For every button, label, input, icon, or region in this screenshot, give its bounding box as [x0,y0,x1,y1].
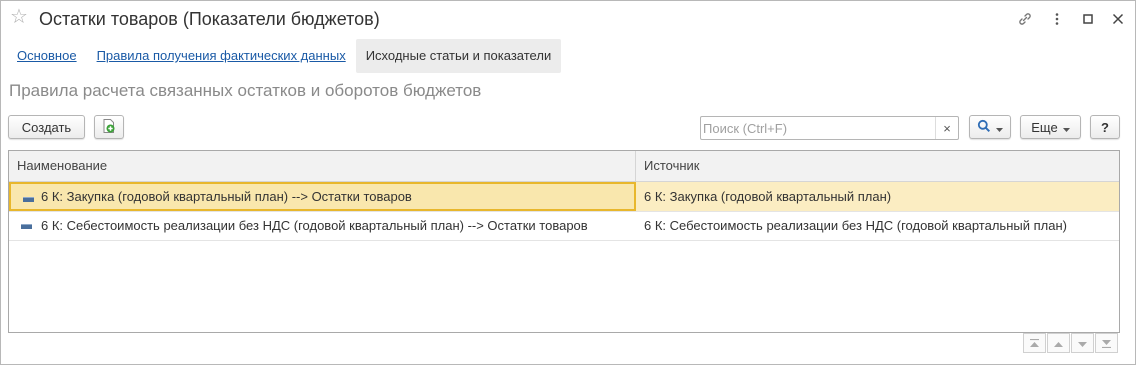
catalog-item-icon [21,224,32,229]
chevron-down-icon [996,120,1003,135]
row-name-text: 6 К: Закупка (годовой квартальный план) … [41,189,412,204]
cell-name[interactable]: 6 К: Закупка (годовой квартальный план) … [9,182,636,211]
search-field[interactable]: × [700,116,959,140]
maximize-icon[interactable] [1078,9,1098,29]
tab-actual-data-rules[interactable]: Правила получения фактических данных [87,39,356,73]
section-title: Правила расчета связанных остатков и обо… [9,81,482,100]
link-icon[interactable] [1015,9,1035,29]
arrow-down-icon [1077,336,1088,351]
close-icon[interactable] [1108,9,1128,29]
tab-source-items[interactable]: Исходные статьи и показатели [355,39,562,73]
form-window: ☆ Остатки товаров (Показатели бюджетов) … [0,0,1136,365]
add-document-icon [101,118,117,137]
window-title: Остатки товаров (Показатели бюджетов) [39,9,380,29]
scroll-bottom-button[interactable] [1095,333,1118,353]
search-options-button[interactable] [969,115,1011,139]
scroll-to-bottom-icon [1101,336,1112,351]
scroll-down-button[interactable] [1071,333,1094,353]
table-header: Наименование Источник [9,151,1119,182]
rules-table: Наименование Источник 6 К: Закупка (годо… [8,150,1120,333]
scroll-to-top-icon [1029,336,1040,351]
catalog-item-icon [23,197,34,202]
clear-search-icon[interactable]: × [935,117,958,139]
chevron-down-icon [1062,120,1070,135]
search-icon [977,119,991,136]
title-bar: ☆ Остатки товаров (Показатели бюджетов) [1,1,1135,35]
table-row[interactable]: 6 К: Себестоимость реализации без НДС (г… [9,211,1119,241]
column-header-name[interactable]: Наименование [9,151,636,181]
help-button[interactable]: ? [1090,115,1120,139]
cell-name[interactable]: 6 К: Себестоимость реализации без НДС (г… [9,211,636,240]
more-actions-button[interactable]: Еще [1020,115,1081,139]
tab-bar: Основное Правила получения фактических д… [7,39,562,73]
scroll-top-button[interactable] [1023,333,1046,353]
tab-main[interactable]: Основное [7,39,87,73]
search-input[interactable] [703,119,933,137]
row-name-text: 6 К: Себестоимость реализации без НДС (г… [41,218,588,233]
more-icon[interactable] [1047,9,1067,29]
add-copy-button[interactable] [94,115,124,139]
star-icon[interactable]: ☆ [10,7,28,27]
cell-source[interactable]: 6 К: Закупка (годовой квартальный план) [636,182,1119,211]
create-button[interactable]: Создать [8,115,85,139]
cell-source[interactable]: 6 К: Себестоимость реализации без НДС (г… [636,211,1119,240]
more-actions-label: Еще [1031,119,1058,135]
column-header-source[interactable]: Источник [636,151,1119,181]
scroll-up-button[interactable] [1047,333,1070,353]
table-row[interactable]: 6 К: Закупка (годовой квартальный план) … [9,182,1119,212]
arrow-up-icon [1053,336,1064,351]
